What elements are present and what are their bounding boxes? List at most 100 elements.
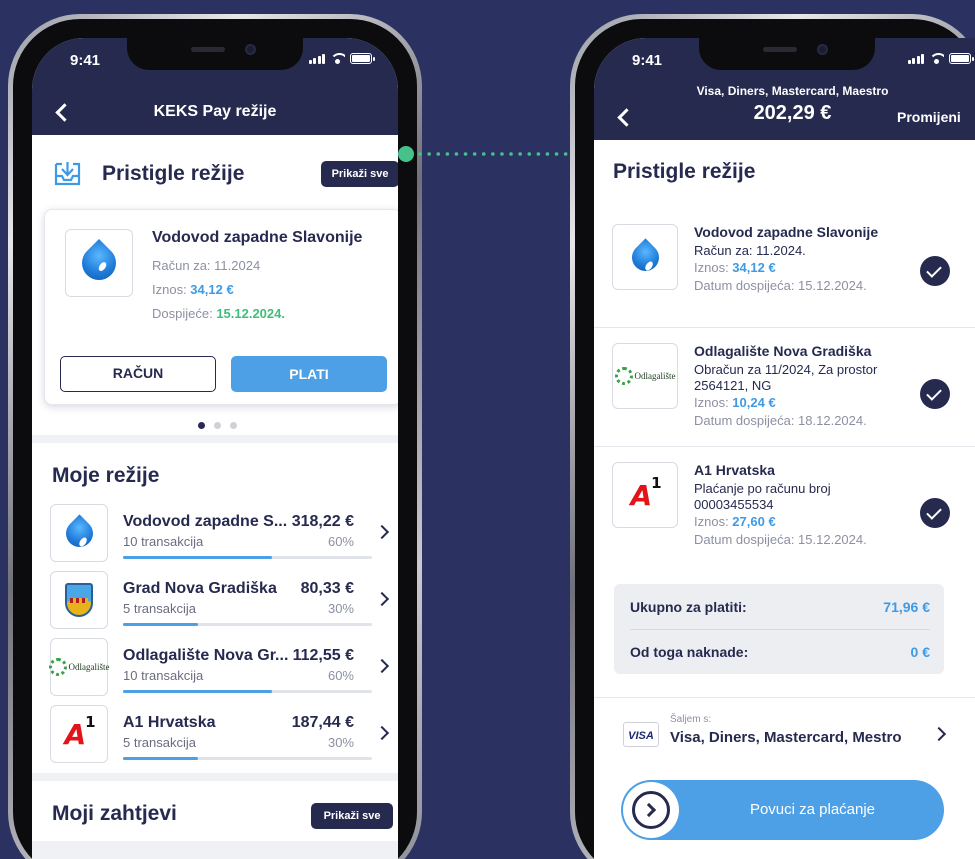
bill-row-transactions: 10 transakcija (123, 668, 204, 683)
bill-detail-line: Račun za: 11.2024. (694, 243, 806, 258)
notch (698, 38, 875, 70)
bill-due-date: Datum dospijeća: 15.12.2024. (694, 278, 867, 293)
left-screen: 9:41 KEKS Pay režije Pristigle režije Pr… (32, 38, 398, 859)
battery-icon (350, 53, 375, 64)
back-icon[interactable] (617, 108, 636, 127)
bill-row-amount: 112,55 € (292, 647, 354, 664)
bill-row-percent: 30% (327, 601, 354, 616)
bill-row-percent: 60% (327, 668, 354, 683)
send-with-label: Šaljem s: (670, 714, 712, 725)
payment-methods: Visa, Diners, Mastercard, Mestro (670, 729, 902, 746)
bill-due-date: Datum dospijeća: 18.12.2024. (694, 413, 867, 428)
requests-title: Moji zahtjevi (52, 802, 177, 825)
bill-period: Račun za: 11.2024 (152, 258, 261, 273)
bill-row-transactions: 5 transakcija (123, 601, 196, 616)
status-time: 9:41 (632, 52, 663, 69)
checkmark-icon[interactable] (920, 498, 950, 528)
selected-bill-row[interactable]: Vodovod zapadne Slavonije Račun za: 11.2… (594, 210, 975, 328)
selected-bill-row[interactable]: A1 A1 Hrvatska Plaćanje po računu broj 00… (594, 448, 975, 566)
wifi-icon (330, 53, 345, 64)
status-time: 9:41 (70, 52, 101, 69)
fee-label: Od toga naknade: (630, 644, 749, 660)
bill-row-transactions: 10 transakcija (123, 534, 204, 549)
checkmark-icon[interactable] (920, 256, 950, 286)
bill-row[interactable]: A1 A1 Hrvatska 5 transakcija 187,44 € 30… (32, 705, 398, 767)
payment-method-row[interactable]: VISA Šaljem s: Visa, Diners, Mastercard,… (594, 698, 975, 762)
bill-name: A1 Hrvatska (694, 462, 775, 478)
bill-name: Odlagalište Nova Gradiška (694, 343, 872, 359)
bill-row-percent: 60% (327, 534, 354, 549)
bill-row-progress (123, 556, 372, 559)
change-button[interactable]: Promijeni (897, 109, 961, 125)
city-crest-icon (50, 571, 108, 629)
bill-row-progress-fill (123, 623, 198, 626)
recycling-icon: Odlagalište (48, 638, 110, 696)
wifi-icon (929, 53, 944, 64)
my-bills-section: Moje režije Vodovod zapadne S... 10 tran… (32, 443, 398, 773)
pay-button[interactable]: PLATI (231, 356, 387, 392)
bill-name: Vodovod zapadne Slavonije (694, 224, 879, 240)
summary-box: Ukupno za platiti: 71,96 € Od toga nakna… (614, 584, 944, 674)
inbox-icon (52, 161, 83, 187)
my-bills-title: Moje režije (52, 464, 160, 487)
bill-info: A1 Hrvatska Plaćanje po računu broj 00003… (694, 462, 894, 549)
bill-row-progress (123, 757, 372, 760)
bill-due-date: Datum dospijeća: 15.12.2024. (694, 532, 867, 547)
incoming-title: Pristigle režije (102, 162, 245, 185)
page-title: KEKS Pay režije (153, 103, 277, 120)
selected-bill-row[interactable]: Odlagalište Odlagalište Nova Gradiška Ob… (594, 329, 975, 447)
water-drop-icon (50, 504, 108, 562)
arrow-right-icon (632, 791, 670, 829)
incoming-bills-section: Pristigle režije Vodovod zapadne Slavoni… (594, 140, 975, 557)
notch (127, 38, 303, 70)
bill-amount: Iznos: 34,12 € (152, 282, 234, 297)
bill-row[interactable]: Vodovod zapadne S... 10 transakcija 318,… (32, 504, 398, 566)
fee-value: 0 € (910, 644, 930, 660)
chevron-right-icon (374, 725, 390, 741)
summary-section: Ukupno za platiti: 71,96 € Od toga nakna… (594, 557, 975, 697)
water-drop-icon (612, 224, 678, 290)
chevron-right-icon (931, 726, 947, 742)
bill-info: Vodovod zapadne Slavonije Račun za: 11.2… (694, 224, 894, 295)
signal-icon (308, 54, 325, 64)
bill-row-name: Vodovod zapadne S... (123, 513, 288, 530)
slide-to-pay[interactable]: Povuci za plaćanje (621, 780, 944, 840)
bill-row-percent: 30% (327, 735, 354, 750)
bill-row[interactable]: Odlagalište Odlagalište Nova Gr... 10 tr… (32, 638, 398, 700)
bill-detail-line: 00003455534 (694, 497, 774, 512)
cards-line: Visa, Diners, Mastercard, Maestro (696, 84, 889, 98)
visa-card-icon: VISA (623, 722, 659, 747)
bill-row-transactions: 5 transakcija (123, 735, 196, 750)
battery-icon (949, 53, 974, 64)
requests-section: Moji zahtjevi Prikaži sve (32, 781, 398, 841)
bill-card: Vodovod zapadne Slavonije Račun za: 11.2… (44, 209, 398, 405)
bill-row-name: Grad Nova Gradiška (123, 580, 277, 597)
bill-row-progress (123, 690, 372, 693)
bill-info: Odlagalište Nova Gradiška Obračun za 11/… (694, 343, 894, 430)
bill-row-amount: 80,33 € (300, 580, 354, 597)
total-label: Ukupno za platiti: (630, 599, 747, 615)
slide-label: Povuci za plaćanje (749, 801, 876, 818)
bill-detail-line: Obračun za 11/2024, Za prostor (694, 362, 878, 377)
bill-row-progress (123, 623, 372, 626)
left-phone: 9:41 KEKS Pay režije Pristigle režije Pr… (8, 14, 422, 859)
incoming-section: Pristigle režije Prikaži sve Vodovod zap… (32, 135, 398, 435)
right-screen: 9:41 Visa, Diners, Mastercard, Maestro 2… (594, 38, 975, 859)
bill-row-name: A1 Hrvatska (123, 714, 216, 731)
show-all-button[interactable]: Prikaži sve (321, 161, 398, 187)
checkmark-icon[interactable] (920, 379, 950, 409)
bill-row-amount: 318,22 € (291, 513, 354, 530)
bill-row-progress-fill (123, 556, 273, 559)
total-value: 71,96 € (883, 599, 930, 615)
slide-handle[interactable] (623, 782, 679, 838)
bill-row[interactable]: Grad Nova Gradiška 5 transakcija 80,33 €… (32, 571, 398, 633)
invoice-button[interactable]: RAČUN (60, 356, 216, 392)
a1-logo: A1 (612, 462, 678, 528)
bill-detail-line: 2564121, NG (694, 378, 772, 393)
bill-row-name: Odlagalište Nova Gr... (123, 647, 289, 664)
signal-icon (907, 54, 924, 64)
a1-logo: A1 (50, 705, 108, 763)
right-phone: 9:41 Visa, Diners, Mastercard, Maestro 2… (570, 14, 975, 859)
requests-show-all-button[interactable]: Prikaži sve (311, 803, 393, 829)
incoming-title: Pristigle režije (613, 160, 756, 183)
